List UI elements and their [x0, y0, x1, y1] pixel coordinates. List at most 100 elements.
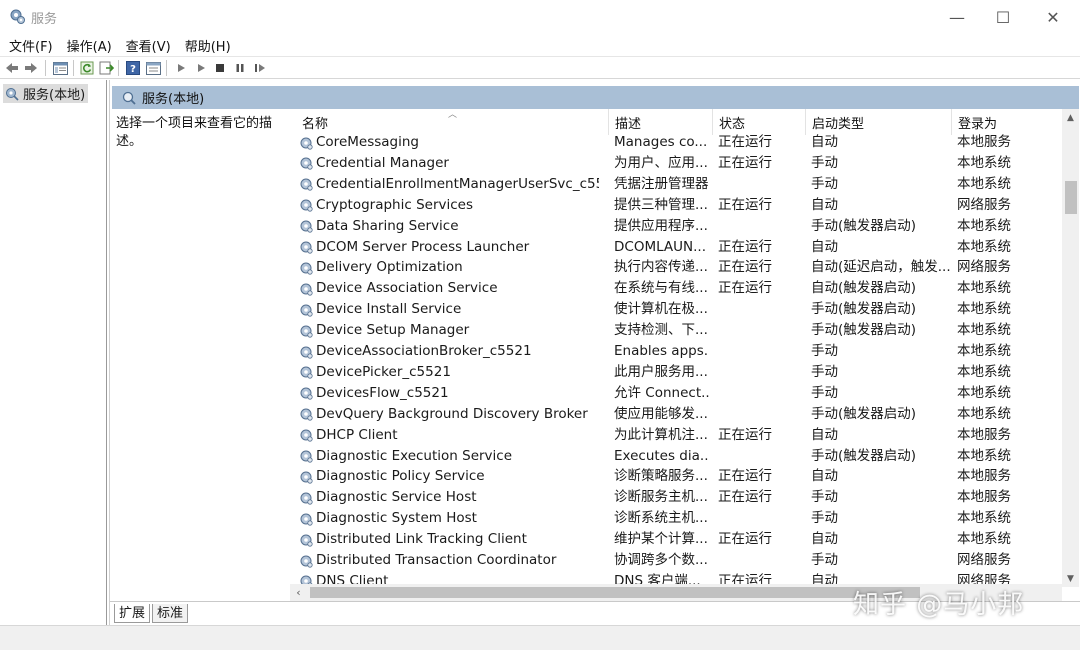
service-row[interactable]: Distributed Transaction Coordinator 协调跨多个… — [290, 550, 1062, 571]
service-row[interactable]: DevicePicker_c5521 此用户服务用... 手动 本地系统 — [290, 362, 1062, 383]
service-name: Distributed Transaction Coordinator — [316, 552, 557, 568]
console-tree: 服务(本地) — [0, 80, 107, 625]
service-startup-type: 手动(触发器启动) — [811, 447, 917, 464]
service-gear-icon — [300, 157, 313, 170]
service-gear-icon — [300, 137, 313, 150]
service-logon-as: 本地系统 — [957, 510, 1011, 527]
service-row[interactable]: Device Setup Manager 支持检测、下... 手动(触发器启动) 本地… — [290, 320, 1062, 341]
help-icon[interactable]: ? — [125, 60, 141, 76]
tab-standard[interactable]: 标准 — [152, 604, 189, 623]
menu-action[interactable]: 操作(A) — [67, 36, 112, 55]
services-main-pane: 服务(本地) 选择一个项目来查看它的描述。 名称 ︿ 描述 状态 启动类型 登录… — [109, 80, 1080, 625]
service-status: 正在运行 — [718, 468, 772, 485]
forward-icon[interactable] — [23, 60, 39, 76]
scroll-up-icon[interactable]: ▲ — [1062, 109, 1079, 126]
start-service-icon[interactable] — [173, 60, 189, 76]
service-startup-type: 自动 — [811, 134, 838, 150]
export-list-icon[interactable] — [98, 60, 114, 76]
service-name-cell: Device Setup Manager — [299, 320, 599, 341]
horizontal-scroll-thumb[interactable] — [310, 587, 920, 598]
service-row[interactable]: Cryptographic Services 提供三种管理... 正在运行 自动 网络服… — [290, 195, 1062, 216]
tree-item-services-local[interactable]: 服务(本地) — [3, 84, 88, 103]
service-name-cell: DCOM Server Process Launcher — [299, 237, 599, 258]
service-startup-type: 手动(触发器启动) — [811, 301, 917, 318]
close-button[interactable]: ✕ — [1030, 0, 1076, 34]
start-service-alt-icon[interactable] — [193, 60, 209, 76]
service-startup-type: 自动 — [811, 468, 838, 485]
service-description: 提供三种管理... — [614, 196, 708, 213]
maximize-button[interactable]: ☐ — [980, 0, 1026, 34]
service-row[interactable]: Credential Manager 为用户、应用... 正在运行 手动 本地系统 — [290, 153, 1062, 174]
service-name-cell: Diagnostic Policy Service — [299, 466, 599, 487]
service-row[interactable]: Delivery Optimization 执行内容传递... 正在运行 自动(延迟启… — [290, 257, 1062, 278]
services-search-icon — [122, 91, 136, 105]
description-panel: 选择一个项目来查看它的描述。 — [116, 116, 273, 149]
service-row[interactable]: Diagnostic Execution Service Executes dia… — [290, 446, 1062, 467]
service-description: 诊断服务主机... — [614, 489, 708, 506]
tab-extended[interactable]: 扩展 — [114, 604, 151, 623]
service-name: Device Install Service — [316, 301, 462, 318]
scroll-left-icon[interactable]: ‹ — [290, 584, 307, 601]
service-row[interactable]: CoreMessaging Manages co... 正在运行 自动 本地服务 — [290, 132, 1062, 153]
service-row[interactable]: DHCP Client 为此计算机注... 正在运行 自动 本地服务 — [290, 425, 1062, 446]
properties-icon[interactable] — [145, 60, 161, 76]
scroll-down-icon[interactable]: ▼ — [1062, 570, 1079, 587]
back-icon[interactable] — [4, 60, 20, 76]
service-status: 正在运行 — [718, 134, 772, 150]
service-row[interactable]: DevQuery Background Discovery Broker 使应用能… — [290, 404, 1062, 425]
service-gear-icon — [300, 429, 313, 442]
service-startup-type: 手动(触发器启动) — [811, 405, 917, 422]
service-startup-type: 手动(触发器启动) — [811, 217, 917, 234]
service-name-cell: DevQuery Background Discovery Broker — [299, 404, 599, 425]
service-row[interactable]: DevicesFlow_c5521 允许 Connect... 手动 本地系统 — [290, 383, 1062, 404]
restart-service-icon[interactable] — [252, 60, 268, 76]
service-description: 协调跨多个数... — [614, 552, 708, 568]
service-row[interactable]: Distributed Link Tracking Client 维护某个计算..… — [290, 529, 1062, 550]
service-name-cell: DevicesFlow_c5521 — [299, 383, 599, 404]
service-status — [718, 404, 803, 425]
service-status — [718, 446, 803, 467]
minimize-button[interactable]: — — [934, 0, 980, 34]
service-logon-as: 本地服务 — [957, 426, 1011, 443]
service-logon-as: 网络服务 — [957, 196, 1011, 213]
service-row[interactable]: Diagnostic Service Host 诊断服务主机... 正在运行 手动 本地… — [290, 487, 1062, 508]
service-status: 正在运行 — [718, 531, 772, 548]
refresh-icon[interactable] — [79, 60, 95, 76]
service-row[interactable]: Diagnostic System Host 诊断系统主机... 手动 本地系统 — [290, 508, 1062, 529]
service-row[interactable]: Device Association Service 在系统与有线... 正在运行 自… — [290, 278, 1062, 299]
menu-help[interactable]: 帮助(H) — [185, 36, 231, 55]
toolbar-separator — [118, 60, 119, 76]
menu-file[interactable]: 文件(F) — [9, 36, 53, 55]
service-gear-icon — [300, 220, 313, 233]
vertical-scroll-thumb[interactable] — [1065, 181, 1077, 214]
toolbar: ? — [0, 56, 1080, 79]
service-description: 此用户服务用... — [614, 363, 708, 380]
service-name-cell: Diagnostic Service Host — [299, 487, 599, 508]
vertical-scrollbar[interactable]: ▲ ▼ — [1062, 109, 1079, 587]
service-row[interactable]: DeviceAssociationBroker_c5521 Enables app… — [290, 341, 1062, 362]
service-logon-as: 网络服务 — [957, 552, 1011, 568]
service-row[interactable]: DCOM Server Process Launcher DCOMLAUN... 正… — [290, 237, 1062, 258]
service-startup-type: 手动 — [811, 363, 838, 380]
service-name: DevQuery Background Discovery Broker — [316, 405, 588, 422]
show-hide-console-tree-icon[interactable] — [52, 60, 68, 76]
stop-service-icon[interactable] — [212, 60, 228, 76]
service-gear-icon — [300, 471, 313, 484]
service-description: Enables apps... — [614, 343, 709, 359]
menu-view[interactable]: 查看(V) — [126, 36, 171, 55]
service-row[interactable]: Device Install Service 使计算机在极... 手动(触发器启动)… — [290, 299, 1062, 320]
service-gear-icon — [300, 492, 313, 505]
service-startup-type: 手动 — [811, 154, 838, 171]
pause-service-icon[interactable] — [232, 60, 248, 76]
service-description: 提供应用程序... — [614, 217, 708, 234]
service-status: 正在运行 — [718, 154, 772, 171]
service-status — [718, 508, 803, 529]
services-gear-icon — [10, 9, 25, 24]
service-row[interactable]: CredentialEnrollmentManagerUserSvc_c5521… — [290, 174, 1062, 195]
service-gear-icon — [300, 408, 313, 421]
service-row[interactable]: Data Sharing Service 提供应用程序... 手动(触发器启动) 本地… — [290, 216, 1062, 237]
service-gear-icon — [300, 178, 313, 191]
service-status: 正在运行 — [718, 238, 772, 255]
services-list: 名称 ︿ 描述 状态 启动类型 登录为 CoreMessaging Manages… — [290, 109, 1080, 601]
service-row[interactable]: Diagnostic Policy Service 诊断策略服务... 正在运行 自动… — [290, 466, 1062, 487]
